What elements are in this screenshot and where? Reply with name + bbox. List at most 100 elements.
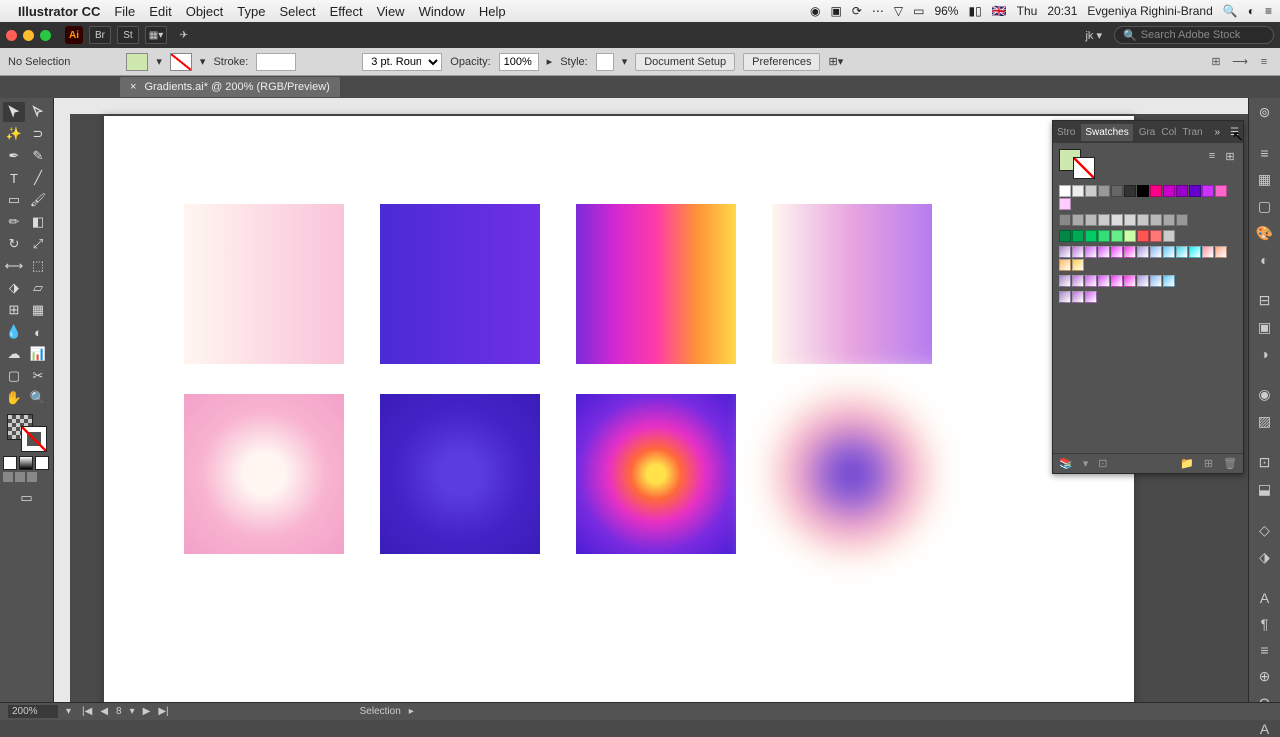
swatch-item[interactable] [1124,230,1136,242]
menu-view[interactable]: View [377,4,405,19]
gradient-sample-7[interactable] [576,394,736,554]
line-tool[interactable]: ╱ [27,168,49,188]
swatch-kind-icon[interactable]: ▾ [1083,457,1089,470]
app-menu[interactable]: Illustrator CC [18,4,100,19]
symbols-panel-icon[interactable]: ⬗ [1255,549,1275,566]
pen-tool[interactable]: ✒ [3,146,25,166]
menu-window[interactable]: Window [419,4,465,19]
swatch-item[interactable] [1150,275,1162,287]
tab-color[interactable]: Col [1161,127,1176,138]
swatch-item[interactable] [1059,275,1071,287]
swatch-item[interactable] [1137,275,1149,287]
close-window-icon[interactable] [6,30,17,41]
width-tool[interactable]: ⟷ [3,256,25,276]
workspace-switcher[interactable]: jk ▾ [1085,29,1102,42]
nav-next-icon[interactable]: ▶ [140,706,154,717]
new-swatch-icon[interactable]: ⊞ [1204,457,1213,470]
glyphs-icon[interactable]: ⊕ [1255,668,1275,685]
tab-transparency[interactable]: Tran [1182,127,1202,138]
opentype-icon[interactable]: ≡ [1255,642,1275,658]
swatch-item[interactable] [1085,214,1097,226]
swatch-item[interactable] [1085,185,1097,197]
type-tool[interactable]: T [3,168,25,188]
swatch-item[interactable] [1124,185,1136,197]
document-tab[interactable]: × Gradients.ai* @ 200% (RGB/Preview) [120,77,340,97]
artboard-number[interactable]: 8 [113,706,125,717]
style-dropdown[interactable]: ▾ [622,55,628,68]
swatch-item[interactable] [1098,185,1110,197]
opacity-input[interactable] [499,53,539,71]
draw-behind[interactable] [15,472,25,482]
align-icon[interactable]: ⊡ [1255,454,1275,471]
character-icon[interactable]: A [1255,590,1275,606]
swatch-item[interactable] [1059,246,1071,258]
magic-wand-tool[interactable]: ✨ [3,124,25,144]
swatch-item[interactable] [1215,185,1227,197]
fill-stroke-control[interactable] [3,414,50,454]
align-button[interactable]: ⊞▾ [828,55,843,68]
curvature-tool[interactable]: ✎ [27,146,49,166]
hand-tool[interactable]: ✋ [3,388,25,408]
gradient-sample-2[interactable] [380,204,540,364]
swatch-options-icon[interactable]: ⊡ [1098,457,1107,470]
opacity-dropdown[interactable]: ▸ [547,55,553,68]
status-dropdown[interactable]: ▸ [409,706,414,717]
nav-dropdown[interactable]: ▾ [127,706,138,717]
swatch-item[interactable] [1176,246,1188,258]
brush-select[interactable]: 3 pt. Round [362,53,442,71]
gradient-sample-6[interactable] [380,394,540,554]
siri-icon[interactable]: ◐ [1248,4,1255,18]
swatch-item[interactable] [1137,214,1149,226]
search-stock-input[interactable]: 🔍 Search Adobe Stock [1114,26,1274,44]
style-swatch[interactable] [596,53,614,71]
eraser-tool[interactable]: ◧ [27,212,49,232]
isolate-icon[interactable]: ⟶ [1232,54,1248,70]
swatch-item[interactable] [1059,214,1071,226]
nav-prev-icon[interactable]: ◀ [97,706,111,717]
swatch-item[interactable] [1189,185,1201,197]
swatch-item[interactable] [1059,230,1071,242]
gradient-panel-icon[interactable]: ▣ [1255,319,1275,336]
rectangle-tool[interactable]: ▭ [3,190,25,210]
selection-tool[interactable] [3,102,25,122]
swatch-item[interactable] [1098,275,1110,287]
tab-swatches[interactable]: Swatches [1081,124,1132,141]
swatch-item[interactable] [1111,214,1123,226]
swatch-item[interactable] [1072,275,1084,287]
swatch-item[interactable] [1085,291,1097,303]
properties-icon[interactable]: ≡ [1255,145,1275,161]
panel-collapse-icon[interactable]: » [1214,127,1220,138]
color-guide-icon[interactable]: ◐ [1255,252,1275,268]
swatch-item[interactable] [1111,275,1123,287]
stroke-swatch[interactable] [170,53,192,71]
brush-tool[interactable]: 🖌 [27,190,49,210]
brushes-icon[interactable]: ◇ [1255,522,1275,539]
swatch-item[interactable] [1059,198,1071,210]
swatch-item[interactable] [1163,185,1175,197]
appearance-icon[interactable]: ◉ [1255,386,1275,403]
swatch-item[interactable] [1085,230,1097,242]
gradient-sample-1[interactable] [184,204,344,364]
swatch-item[interactable] [1098,214,1110,226]
fill-swatch[interactable] [126,53,148,71]
zoom-dropdown[interactable]: ▾ [66,706,71,717]
swatch-item[interactable] [1176,214,1188,226]
menu-file[interactable]: File [114,4,135,19]
color-mode-gradient[interactable] [19,456,33,470]
scale-tool[interactable]: ⤢ [27,234,49,254]
swatch-item[interactable] [1072,259,1084,271]
document-setup-button[interactable]: Document Setup [635,53,735,71]
nav-last-icon[interactable]: ▶| [155,706,171,717]
swatch-item[interactable] [1098,230,1110,242]
perspective-tool[interactable]: ▱ [27,278,49,298]
swatch-item[interactable] [1202,185,1214,197]
swatch-item[interactable] [1124,246,1136,258]
stroke-panel-icon[interactable]: ⊟ [1255,292,1275,309]
notification-icon[interactable]: ≡ [1265,4,1272,18]
direct-selection-tool[interactable] [27,102,49,122]
menu-type[interactable]: Type [237,4,265,19]
new-group-icon[interactable]: 📁 [1180,457,1194,470]
artboard-navigation[interactable]: |◀ ◀ 8 ▾ ▶ ▶| [79,706,172,717]
swatch-item[interactable] [1163,246,1175,258]
current-stroke-swatch[interactable] [1073,157,1095,179]
